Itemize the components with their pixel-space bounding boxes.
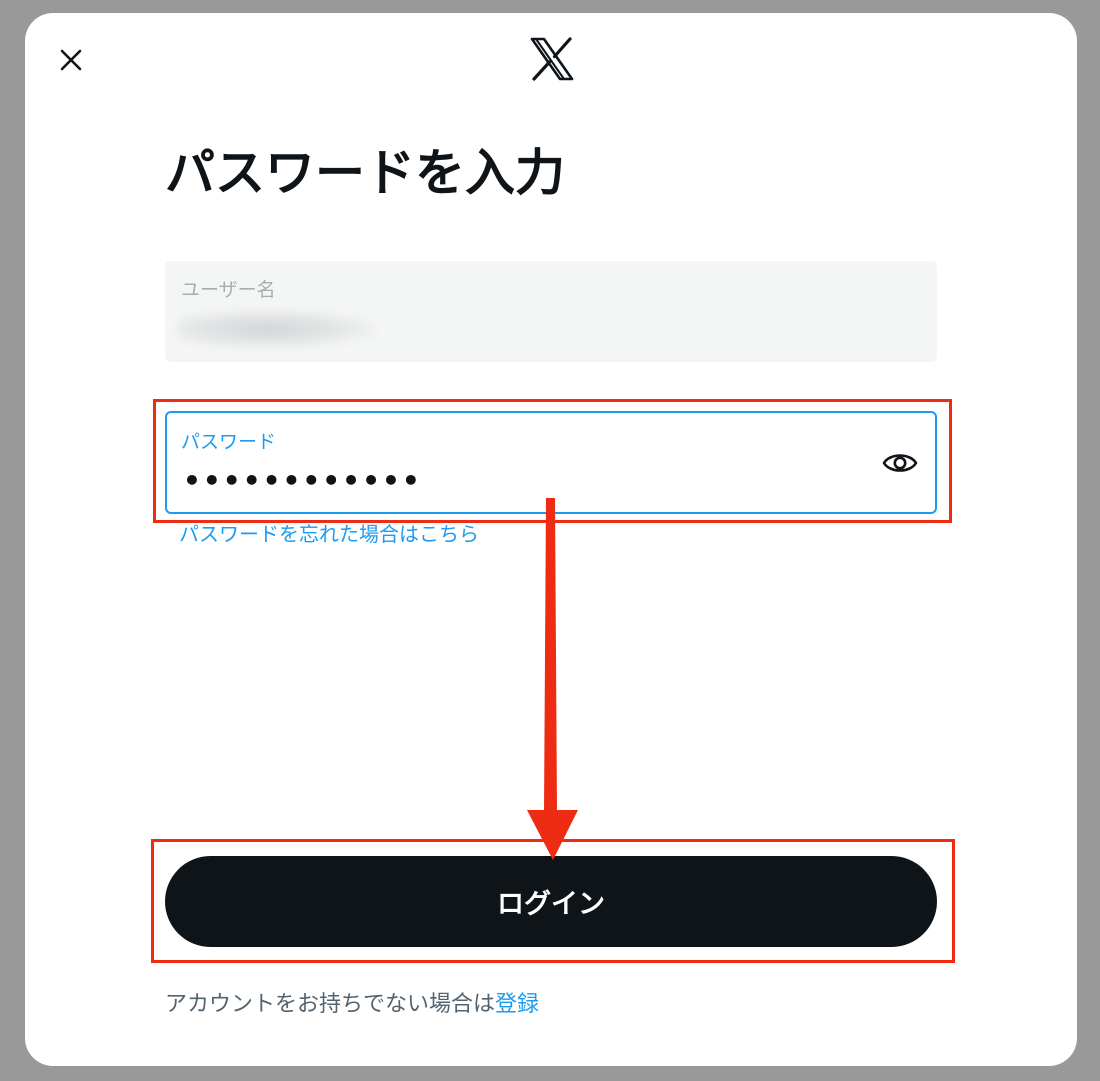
close-icon	[60, 49, 82, 71]
eye-icon	[882, 454, 918, 472]
toggle-password-visibility-button[interactable]	[881, 446, 919, 480]
page-title: パスワードを入力	[165, 144, 565, 202]
password-field[interactable]: パスワード ••••••••••••	[165, 411, 937, 514]
signup-prompt: アカウントをお持ちでない場合は登録	[165, 989, 539, 1021]
no-account-text: アカウントをお持ちでない場合は	[165, 992, 496, 1017]
password-value: ••••••••••••	[183, 464, 422, 497]
username-label: ユーザー名	[181, 279, 276, 301]
close-button[interactable]	[55, 44, 87, 76]
username-value-blurred	[177, 309, 377, 349]
x-logo-icon	[530, 37, 574, 81]
forgot-password-link[interactable]: パスワードを忘れた場合はこちら	[179, 520, 479, 548]
signup-link[interactable]: 登録	[495, 992, 539, 1017]
password-label: パスワード	[181, 431, 277, 453]
login-button[interactable]: ログイン	[165, 856, 937, 947]
username-field[interactable]: ユーザー名	[165, 261, 937, 362]
